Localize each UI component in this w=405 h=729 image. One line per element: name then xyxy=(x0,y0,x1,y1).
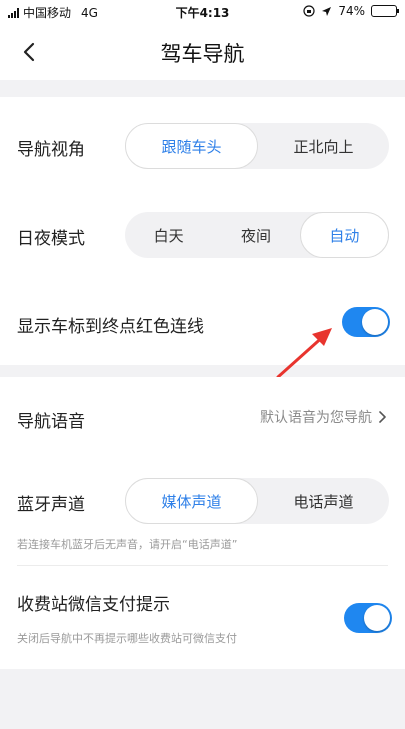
toll-pay-hint: 关闭后导航中不再提示哪些收费站可微信支付 xyxy=(17,632,237,645)
location-arrow-icon xyxy=(322,6,332,16)
chevron-right-icon xyxy=(379,411,386,423)
nav-voice-value: 默认语音为您导航 xyxy=(260,410,372,426)
status-bar: 中国移动 4G 下午4:13 74% xyxy=(0,0,405,24)
battery-percent: 74% xyxy=(338,4,365,18)
bt-channel-label: 蓝牙声道 xyxy=(17,495,85,515)
battery-icon xyxy=(371,5,399,17)
day-night-option-auto[interactable]: 自动 xyxy=(299,212,389,258)
bt-channel-option-phone[interactable]: 电话声道 xyxy=(258,478,389,524)
day-night-segmented: 白天 夜间 自动 xyxy=(125,212,389,258)
day-night-label: 日夜模式 xyxy=(17,229,85,249)
day-night-option-day[interactable]: 白天 xyxy=(125,212,212,258)
toll-pay-label: 收费站微信支付提示 xyxy=(17,595,170,615)
nav-voice-label: 导航语音 xyxy=(17,412,85,432)
page-title: 驾车导航 xyxy=(160,42,245,66)
red-line-label: 显示车标到终点红色连线 xyxy=(17,317,204,337)
nav-view-segmented: 跟随车头 正北向上 xyxy=(125,123,389,169)
nav-voice-link[interactable]: 默认语音为您导航 xyxy=(260,407,387,427)
toggle-knob xyxy=(362,309,388,335)
nav-view-label: 导航视角 xyxy=(17,140,85,160)
orientation-lock-icon xyxy=(303,5,315,17)
nav-view-option-follow[interactable]: 跟随车头 xyxy=(125,123,258,169)
annotation-arrow-icon xyxy=(276,328,332,379)
toll-pay-toggle[interactable] xyxy=(344,603,392,633)
bt-channel-option-media[interactable]: 媒体声道 xyxy=(125,478,258,524)
nav-view-option-north[interactable]: 正北向上 xyxy=(258,123,389,169)
bt-channel-segmented: 媒体声道 电话声道 xyxy=(125,478,389,524)
red-line-toggle[interactable] xyxy=(342,307,390,337)
divider xyxy=(17,565,388,566)
status-right: 74% xyxy=(303,4,399,18)
navigation-bar: 驾车导航 xyxy=(0,24,405,80)
day-night-option-night[interactable]: 夜间 xyxy=(212,212,299,258)
toggle-knob xyxy=(364,605,390,631)
bt-channel-hint: 若连接车机蓝牙后无声音，请开启“电话声道” xyxy=(17,538,238,551)
